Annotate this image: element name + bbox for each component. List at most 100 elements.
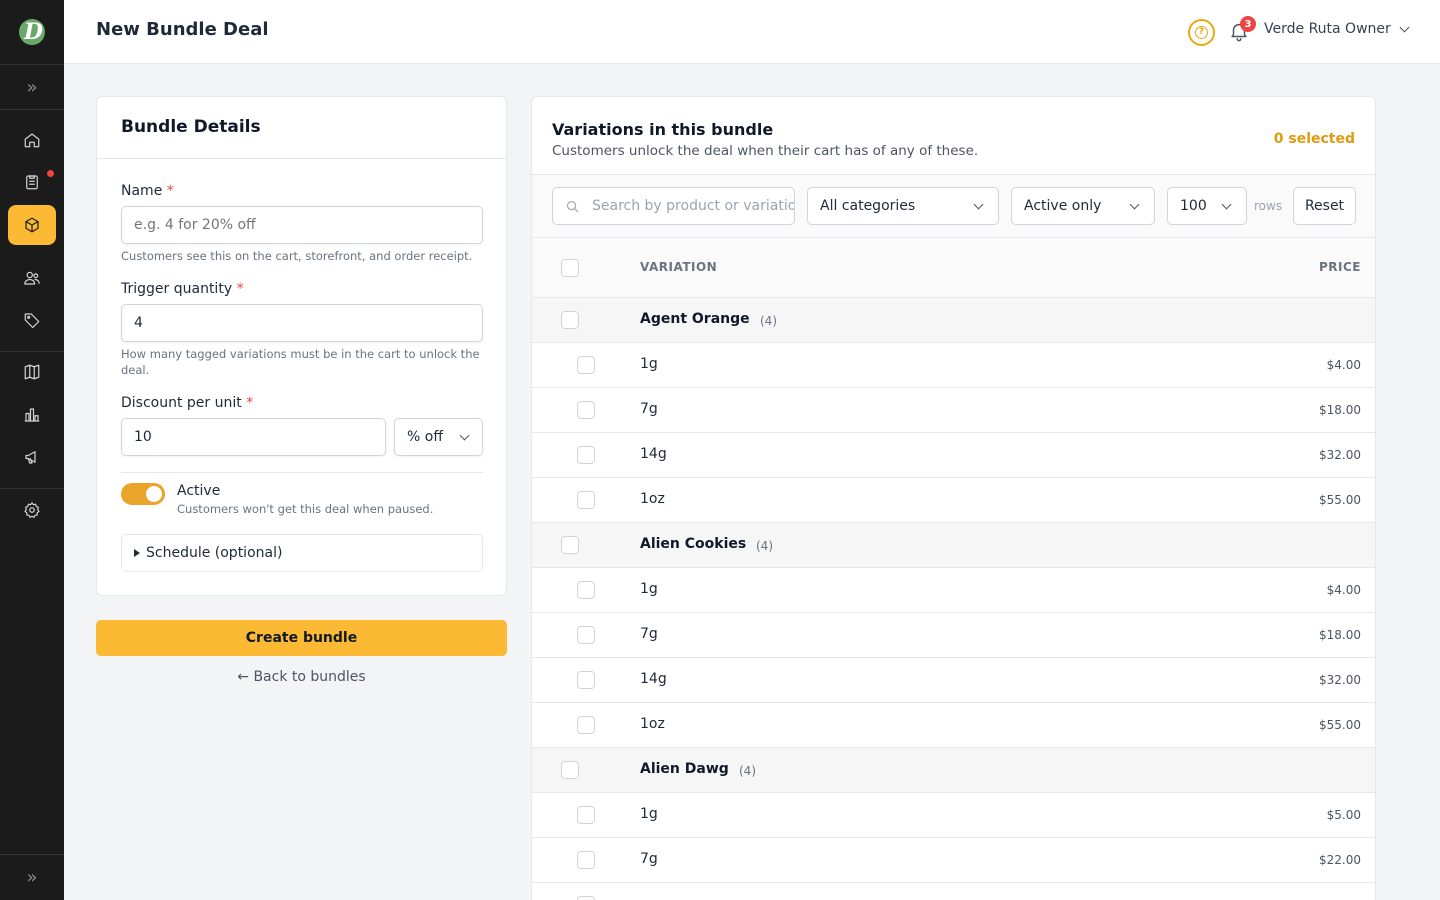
discount-type-select[interactable]: % off [394,418,483,456]
name-input[interactable] [121,206,483,244]
variation-row[interactable]: 1g $4.00 [532,343,1375,388]
variation-checkbox[interactable] [577,356,595,374]
variation-row[interactable]: 7g $18.00 [532,388,1375,433]
variation-checkbox[interactable] [577,581,595,599]
variations-card: Variations in this bundle Customers unlo… [531,96,1376,900]
search-icon [566,200,579,212]
sidebar-item-reports[interactable] [8,395,56,435]
variation-checkbox[interactable] [577,626,595,644]
active-toggle[interactable] [121,483,165,505]
variation-price: $32.00 [1319,673,1361,687]
sidebar-collapse-icon[interactable]: » [0,854,64,900]
variation-name: 1g [640,806,658,822]
sidebar-item-discounts[interactable] [8,300,56,340]
variation-row[interactable]: 1oz $55.00 [532,703,1375,748]
variation-price: $55.00 [1319,718,1361,732]
status-filter[interactable]: Active only [1011,187,1155,225]
group-row[interactable]: Alien Dawg (4) [532,748,1375,793]
variation-checkbox[interactable] [577,851,595,869]
variation-name: 7g [640,626,658,642]
trigger-quantity-input[interactable]: 4 [121,304,483,342]
variation-name: 1oz [640,716,665,732]
schedule-label: Schedule (optional) [146,545,283,561]
chevron-down-icon [973,199,984,209]
chevron-down-icon [1221,199,1232,209]
variation-row[interactable] [532,883,1375,900]
trigger-quantity-label: Trigger quantity * [121,281,244,297]
reset-button[interactable]: Reset [1293,187,1356,225]
group-checkbox[interactable] [561,311,579,329]
app-logo[interactable]: D [0,0,64,64]
sidebar-item-bundles[interactable] [8,205,56,245]
sidebar-item-home[interactable] [8,120,56,160]
book-icon [24,364,40,380]
rows-label: rows [1254,199,1283,213]
group-name: Agent Orange [640,311,750,327]
logo-mark: D [19,19,45,45]
sidebar-item-marketing[interactable] [8,437,56,477]
variation-name: 7g [640,401,658,417]
sidebar-expand-icon[interactable]: » [0,65,64,109]
variation-row[interactable]: 7g $18.00 [532,613,1375,658]
group-checkbox[interactable] [561,536,579,554]
group-count: (4) [739,764,756,778]
select-all-checkbox[interactable] [561,259,579,277]
category-filter[interactable]: All categories [807,187,999,225]
variation-checkbox[interactable] [577,896,595,900]
variation-checkbox[interactable] [577,401,595,419]
group-count: (4) [760,314,777,328]
variation-row[interactable]: 1oz $55.00 [532,478,1375,523]
chevron-down-icon [459,430,470,440]
orders-alert-dot [47,170,54,177]
discount-input[interactable]: 10 [121,418,386,456]
help-icon[interactable]: ? [1188,19,1215,46]
top-header: New Bundle Deal ? 3 Verde Ruta Owner [64,0,1440,64]
users-icon [24,271,40,285]
tag-icon [24,313,40,329]
card-title: Bundle Details [97,97,506,159]
sidebar-item-catalog[interactable] [8,352,56,392]
variation-checkbox[interactable] [577,446,595,464]
notification-badge: 3 [1240,16,1256,32]
variation-price: $4.00 [1326,583,1361,597]
variation-checkbox[interactable] [577,716,595,734]
variation-price: $32.00 [1319,448,1361,462]
rows-per-page-select[interactable]: 100 [1167,187,1247,225]
active-label: Active [177,483,221,499]
trigger-quantity-help: How many tagged variations must be in th… [121,347,480,377]
group-row[interactable]: Alien Cookies (4) [532,523,1375,568]
variation-price: $4.00 [1326,358,1361,372]
variation-checkbox[interactable] [577,491,595,509]
variation-row[interactable]: 1g $4.00 [532,568,1375,613]
chart-icon [24,408,40,422]
variation-price: $18.00 [1319,628,1361,642]
search-input[interactable]: Search by product or variation [552,187,795,225]
variation-row[interactable]: 7g $22.00 [532,838,1375,883]
megaphone-icon [25,451,36,464]
settings-icon [24,502,40,518]
variation-row[interactable]: 14g $32.00 [532,658,1375,703]
variation-checkbox[interactable] [577,671,595,689]
back-to-bundles-link[interactable]: ← Back to bundles [96,669,507,685]
notifications-button[interactable]: 3 [1228,16,1256,44]
sidebar-separator [0,488,64,489]
group-row[interactable]: Agent Orange (4) [532,298,1375,343]
sidebar-item-settings[interactable] [8,490,56,530]
discount-label: Discount per unit * [121,395,254,411]
variation-checkbox[interactable] [577,806,595,824]
variation-row[interactable]: 14g $32.00 [532,433,1375,478]
variation-price: $18.00 [1319,403,1361,417]
discount-type-value: % off [407,429,443,445]
create-bundle-button[interactable]: Create bundle [96,620,507,656]
box-icon [25,217,39,233]
variation-row[interactable]: 1g $5.00 [532,793,1375,838]
variation-name: 14g [640,671,667,687]
sidebar-item-customers[interactable] [8,258,56,298]
variation-name: 1oz [640,491,665,507]
user-menu[interactable]: Verde Ruta Owner [1264,21,1410,37]
sidebar-item-orders[interactable] [8,162,56,202]
schedule-toggle[interactable]: Schedule (optional) [121,534,483,572]
home-icon [24,133,40,148]
bundle-details-card: Bundle Details Name * Customers see this… [96,96,507,596]
group-checkbox[interactable] [561,761,579,779]
